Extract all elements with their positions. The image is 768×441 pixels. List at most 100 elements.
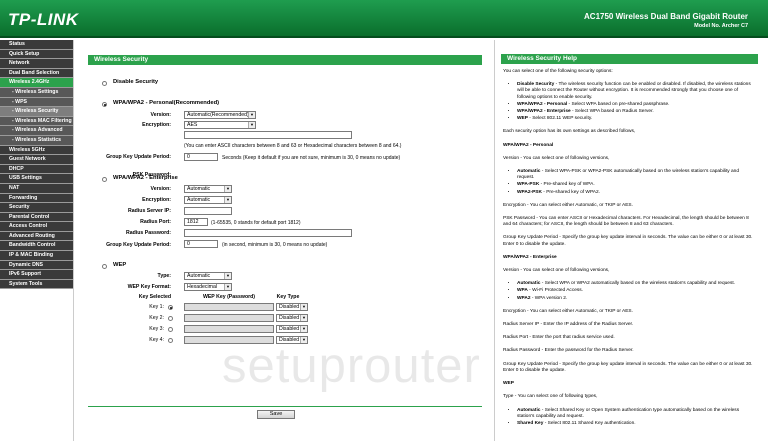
wep-key-label: Key 1: (149, 304, 164, 310)
wep-key-input[interactable] (184, 303, 274, 311)
wep-key-radio[interactable] (168, 338, 173, 343)
sidebar-item-nat[interactable]: NAT (0, 183, 73, 194)
help-term: WPA (517, 288, 528, 294)
help-term: WPA2-PSK (517, 189, 542, 195)
sidebar-item-wireless-advanced[interactable]: - Wireless Advanced (0, 126, 73, 136)
wep-key-type-select[interactable]: Disabled ▼ (276, 303, 308, 311)
help-wep-heading: WEP (503, 381, 514, 387)
sidebar-item-quick-setup[interactable]: Quick Setup (0, 49, 73, 60)
wep-key-type-value: Disabled (279, 304, 300, 310)
help-title: Wireless Security Help (501, 54, 758, 64)
radius-password-label: Radius Password: (126, 230, 171, 236)
help-term-desc: - Select WPA based on pre-shared passphr… (567, 101, 670, 107)
sidebar-item-dual-band-selection[interactable]: Dual Band Selection (0, 68, 73, 79)
wpa-personal-encryption-select[interactable]: AES ▼ (184, 121, 256, 129)
sidebar-item-system-tools[interactable]: System Tools (0, 279, 73, 290)
wpa-personal-radio[interactable] (102, 102, 107, 107)
help-enterprise-ip: Radius Server IP - Enter the IP address … (503, 322, 634, 328)
save-button[interactable]: Save (257, 410, 295, 419)
wep-key-radio[interactable] (168, 316, 173, 321)
help-enterprise-password: Radius Password - Enter the password for… (503, 348, 634, 354)
wpa-personal-gkup-note: Seconds (Keep it default if you are not … (222, 155, 401, 161)
sidebar-item-dynamic-dns[interactable]: Dynamic DNS (0, 260, 73, 271)
wep-radio[interactable] (102, 264, 107, 269)
wep-key-type-value: Disabled (279, 315, 300, 321)
sidebar-item-bandwidth-control[interactable]: Bandwidth Control (0, 241, 73, 252)
sidebar-item-wireless-5ghz[interactable]: Wireless 5GHz (0, 145, 73, 156)
wep-key-radio[interactable] (168, 327, 173, 332)
sidebar-item-ipv6-support[interactable]: IPv6 Support (0, 270, 73, 280)
chevron-down-icon: ▼ (248, 112, 255, 118)
wpa-personal-gkup-input[interactable]: 0 (184, 153, 218, 161)
sidebar-item-guest-network[interactable]: Guest Network (0, 155, 73, 165)
wep-format-value: Hexadecimal (187, 284, 217, 290)
sidebar-item-wireless-security[interactable]: - Wireless Security (0, 107, 73, 117)
help-options-list: Disable Security - The wireless security… (517, 82, 755, 122)
help-body: You can select one of the following secu… (503, 69, 755, 434)
help-list-item: WPA/WPA2 - Personal - Select WPA based o… (517, 102, 755, 108)
wep-key-radio[interactable] (168, 305, 173, 310)
help-term-desc: - Select WPA based on Radius Server. (570, 109, 654, 115)
model-title: AC1750 Wireless Dual Band Gigabit Router (584, 12, 748, 21)
sidebar-item-parental-control[interactable]: Parental Control (0, 212, 73, 223)
sidebar-item-access-control[interactable]: Access Control (0, 222, 73, 232)
wep-format-select[interactable]: Hexadecimal ▼ (184, 283, 232, 291)
wpa-enterprise-gkup-label: Group Key Update Period: (106, 242, 171, 248)
help-enterprise-port: Radius Port - Enter the port that radius… (503, 335, 615, 341)
help-term-desc: - Wi-Fi Protected Access. (527, 288, 584, 294)
wpa-enterprise-radio[interactable] (102, 177, 107, 182)
sidebar-item-forwarding[interactable]: Forwarding (0, 193, 73, 204)
wpa-enterprise-version-select[interactable]: Automatic ▼ (184, 185, 232, 193)
chevron-down-icon: ▼ (300, 326, 307, 332)
help-term-desc: - Select WPA or WPA2 automatically based… (540, 281, 736, 287)
wep-key-type-value: Disabled (279, 326, 300, 332)
wep-key-type-select[interactable]: Disabled ▼ (276, 314, 308, 322)
sidebar-item-wireless-statistics[interactable]: - Wireless Statistics (0, 135, 73, 146)
page-title: Wireless Security (88, 55, 482, 65)
help-list-item: WPA2 - WPA version 2. (517, 296, 755, 302)
radius-port-note: (1-65535, 0 stands for default port 1812… (211, 220, 301, 226)
wpa-enterprise-gkup-input[interactable]: 0 (184, 240, 218, 248)
sidebar-item-wps[interactable]: - WPS (0, 97, 73, 108)
wpa-enterprise-gkup-note: (in second, minimum is 30, 0 means no up… (222, 242, 328, 248)
wpa-personal-version-value: Automatic(Recommended) (187, 112, 249, 118)
wep-key-input[interactable] (184, 325, 274, 333)
wpa-enterprise-label: WPA/WPA2 - Enterprise (113, 175, 178, 181)
sidebar-item-wireless-mac-filtering[interactable]: - Wireless MAC Filtering (0, 116, 73, 127)
sidebar-item-status[interactable]: Status (0, 40, 73, 50)
help-term: Shared Key (517, 420, 544, 426)
help-term-desc: - Pre-shared key of WPA2. (541, 189, 600, 195)
sidebar-item-wireless-settings[interactable]: - Wireless Settings (0, 87, 73, 98)
sidebar-item-network[interactable]: Network (0, 59, 73, 69)
wep-key-input[interactable] (184, 314, 274, 322)
disable-security-label: Disable Security (113, 79, 159, 85)
sidebar-item-security[interactable]: Security (0, 203, 73, 213)
radius-password-input[interactable] (184, 229, 352, 237)
model-number: Model No. Archer C7 (694, 23, 748, 29)
psk-password-input[interactable] (184, 131, 352, 139)
disable-security-radio[interactable] (102, 81, 107, 86)
help-term: Automatic (517, 281, 541, 287)
wpa-enterprise-encryption-select[interactable]: Automatic ▼ (184, 196, 232, 204)
help-enterprise-versions: Automatic - Select WPA or WPA2 automatic… (517, 281, 755, 302)
wpa-personal-gkup-label: Group Key Update Period: (106, 154, 171, 160)
help-term: Disable Security (517, 82, 555, 88)
sidebar-item-wireless-2-4ghz[interactable]: Wireless 2.4GHz (0, 78, 73, 88)
radius-port-input[interactable]: 1812 (184, 218, 208, 226)
help-term: WEP (517, 116, 528, 122)
sidebar-item-dhcp[interactable]: DHCP (0, 164, 73, 175)
wep-type-select[interactable]: Automatic ▼ (184, 272, 232, 280)
wep-key-type-select[interactable]: Disabled ▼ (276, 325, 308, 333)
help-personal-gkup: Group Key Update Period - Specify the gr… (503, 235, 753, 247)
sidebar-item-ip-mac-binding[interactable]: IP & MAC Binding (0, 251, 73, 261)
help-personal-psk: PSK Password - You can enter ASCII or He… (503, 216, 749, 228)
wpa-personal-version-select[interactable]: Automatic(Recommended) ▼ (184, 111, 256, 119)
radius-ip-label: Radius Server IP: (128, 208, 171, 214)
sidebar-item-usb-settings[interactable]: USB Settings (0, 174, 73, 184)
help-list-item: WPA-PSK - Pre-shared key of WPA. (517, 182, 755, 188)
help-term-desc: - Select 802.11 Shared Key authenticatio… (543, 420, 636, 426)
help-term: WPA/WPA2 - Enterprise (517, 109, 571, 115)
radius-ip-input[interactable] (184, 207, 232, 215)
sidebar-item-advanced-routing[interactable]: Advanced Routing (0, 231, 73, 242)
wpa-enterprise-version-value: Automatic (187, 186, 211, 192)
